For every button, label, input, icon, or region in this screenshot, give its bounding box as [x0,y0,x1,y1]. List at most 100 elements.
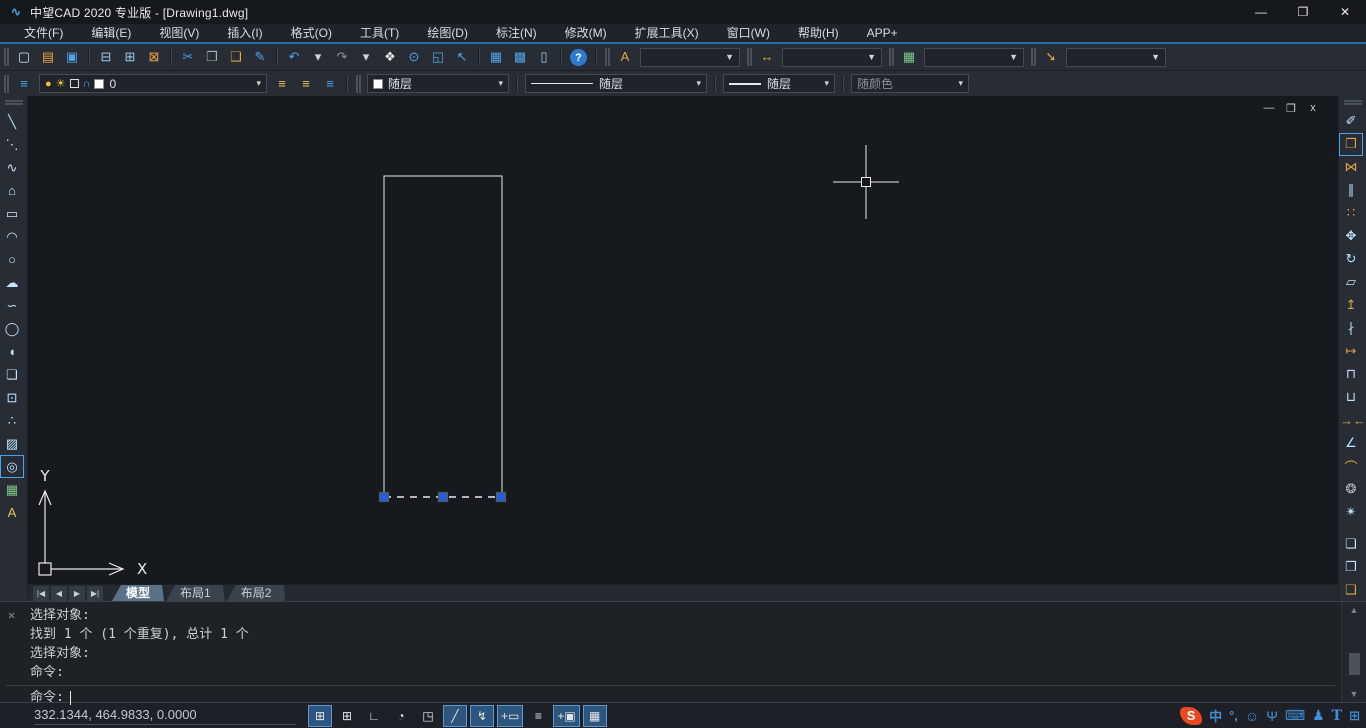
pan-button[interactable]: ❖ [378,46,402,68]
rectangle-tool[interactable]: ▭ [0,202,24,225]
scrollbar-thumb[interactable] [1349,653,1360,675]
toolbar-grip[interactable] [5,100,23,105]
insert-block-tool[interactable]: ❏ [0,363,24,386]
drawing-canvas[interactable]: YX —❐x [28,96,1338,584]
offset-tool[interactable]: ∥ [1339,179,1363,202]
make-block-tool[interactable]: ⊡ [0,386,24,409]
stretch-tool[interactable]: ↥ [1339,294,1363,317]
layer-lock-icon[interactable]: ∩ [83,78,91,90]
help-button[interactable]: ? [570,49,587,66]
first-layout-nav[interactable]: |◀ [33,586,49,601]
cut-button[interactable]: ✂ [176,46,200,68]
voice-input-icon[interactable]: Ψ [1266,708,1278,724]
menu-express-tools[interactable]: 扩展工具(X) [621,24,713,42]
revision-cloud-tool[interactable]: ☁ [0,271,24,294]
bring-above-objects-tool[interactable]: ❑ [1339,578,1363,601]
layer-plot-icon[interactable] [70,79,79,88]
next-layout-nav[interactable]: ▶ [69,586,85,601]
plot-style-select[interactable]: 随颜色 ▾ [851,74,969,93]
bring-to-front-tool[interactable]: ❏ [1339,532,1363,555]
zoom-window-button[interactable]: ◱ [426,46,450,68]
explode-tool[interactable]: ✴ [1339,501,1363,524]
circle-tool[interactable]: ○ [0,248,24,271]
make-object-layer-current-button[interactable]: ≡ [270,73,294,95]
array-tool[interactable]: ∷ [1339,202,1363,225]
table-style-icon[interactable]: ▦ [897,46,921,68]
restore-button[interactable]: ❐ [1282,0,1324,24]
close-button[interactable]: ✕ [1324,0,1366,24]
mirror-tool[interactable]: ⋈ [1339,156,1363,179]
tab-layout1[interactable]: 布局1 [166,585,225,601]
layer-manager-button[interactable]: ≡ [12,73,36,95]
chinese-mode-icon[interactable]: 中 [1209,706,1222,725]
move-tool[interactable]: ✥ [1339,225,1363,248]
dim-style-icon[interactable]: ↔ [755,46,779,68]
grip-point[interactable] [439,493,448,502]
toolbar-grip[interactable] [747,48,752,66]
copy-button[interactable]: ❐ [200,46,224,68]
design-center-button[interactable]: ▩ [508,46,532,68]
text-style-select[interactable]: ▼ [640,48,740,67]
line-tool[interactable]: ╲ [0,110,24,133]
extend-tool[interactable]: ↦ [1339,340,1363,363]
doc-minimize-button[interactable]: — [1262,102,1276,115]
scroll-up-icon[interactable]: ▲ [1350,602,1359,618]
toolbar-grip[interactable] [4,48,9,66]
mleader-style-select[interactable]: ▼ [1066,48,1166,67]
grip-point[interactable] [497,493,506,502]
last-layout-nav[interactable]: ▶| [87,586,103,601]
match-properties-button[interactable]: ✎ [248,46,272,68]
open-file-button[interactable]: ▤ [36,46,60,68]
paste-button[interactable]: ❑ [224,46,248,68]
new-file-button[interactable]: ▢ [12,46,36,68]
toolbar-grip[interactable] [4,75,9,93]
menu-draw[interactable]: 绘图(D) [413,24,482,42]
lineweight-select[interactable]: 随层 ▾ [723,74,835,93]
command-scrollbar[interactable]: ▲ ▼ [1341,602,1366,702]
scale-tool[interactable]: ▱ [1339,271,1363,294]
scroll-down-icon[interactable]: ▼ [1350,686,1359,702]
dim-style-select[interactable]: ▼ [782,48,882,67]
menu-format[interactable]: 格式(O) [277,24,346,42]
print-preview-button[interactable]: ⊞ [118,46,142,68]
zoom-realtime-button[interactable]: ⊙ [402,46,426,68]
mleader-style-icon[interactable]: ➘ [1039,46,1063,68]
trim-tool[interactable]: ∤ [1339,317,1363,340]
redo-dropdown[interactable]: ▾ [354,46,378,68]
erase-tool[interactable]: ✐ [1339,110,1363,133]
menu-help[interactable]: 帮助(H) [784,24,853,42]
fillet-tool[interactable]: ⌒ [1339,455,1363,478]
linetype-select[interactable]: 随层 ▾ [525,74,707,93]
undo-dropdown[interactable]: ▾ [306,46,330,68]
layer-states-manager-button[interactable]: ≡ [318,73,342,95]
menu-file[interactable]: 文件(F) [10,24,77,42]
save-file-button[interactable]: ▣ [60,46,84,68]
command-text-area[interactable]: ✕ 选择对象:找到 1 个 (1 个重复), 总计 1 个选择对象:命令: 命令… [0,602,1341,702]
spline-tool[interactable]: ∽ [0,294,24,317]
skin-profile-icon[interactable]: ♟ [1312,707,1325,724]
tab-model[interactable]: 模型 [112,585,164,601]
toolbar-grip[interactable] [605,48,610,66]
print-button[interactable]: ⊟ [94,46,118,68]
doc-restore-button[interactable]: ❐ [1284,102,1298,115]
table-style-select[interactable]: ▼ [924,48,1024,67]
doc-close-button[interactable]: x [1306,102,1320,115]
menu-view[interactable]: 视图(V) [145,24,213,42]
undo-button[interactable]: ↶ [282,46,306,68]
toolbar-grip[interactable] [1031,48,1036,66]
close-icon[interactable]: ✕ [8,608,15,622]
donut-tool[interactable]: ◎ [0,455,24,478]
copy-tool[interactable]: ❐ [1339,133,1363,156]
menu-edit[interactable]: 编辑(E) [77,24,145,42]
chamfer-tool[interactable]: ∠ [1339,432,1363,455]
blend-curves-tool[interactable]: ❂ [1339,478,1363,501]
command-prompt-line[interactable]: 命令: [30,688,1335,708]
toolbar-grip[interactable] [889,48,894,66]
join-tool[interactable]: →← [1339,409,1363,432]
tool-palettes-button[interactable]: ▯ [532,46,556,68]
grip-point[interactable] [380,493,389,502]
polygon-tool[interactable]: ⌂ [0,179,24,202]
toolbar-grip[interactable] [356,75,361,93]
emoji-icon[interactable]: ☺ [1245,708,1259,724]
soft-keyboard-icon[interactable]: ⌨ [1285,707,1305,724]
